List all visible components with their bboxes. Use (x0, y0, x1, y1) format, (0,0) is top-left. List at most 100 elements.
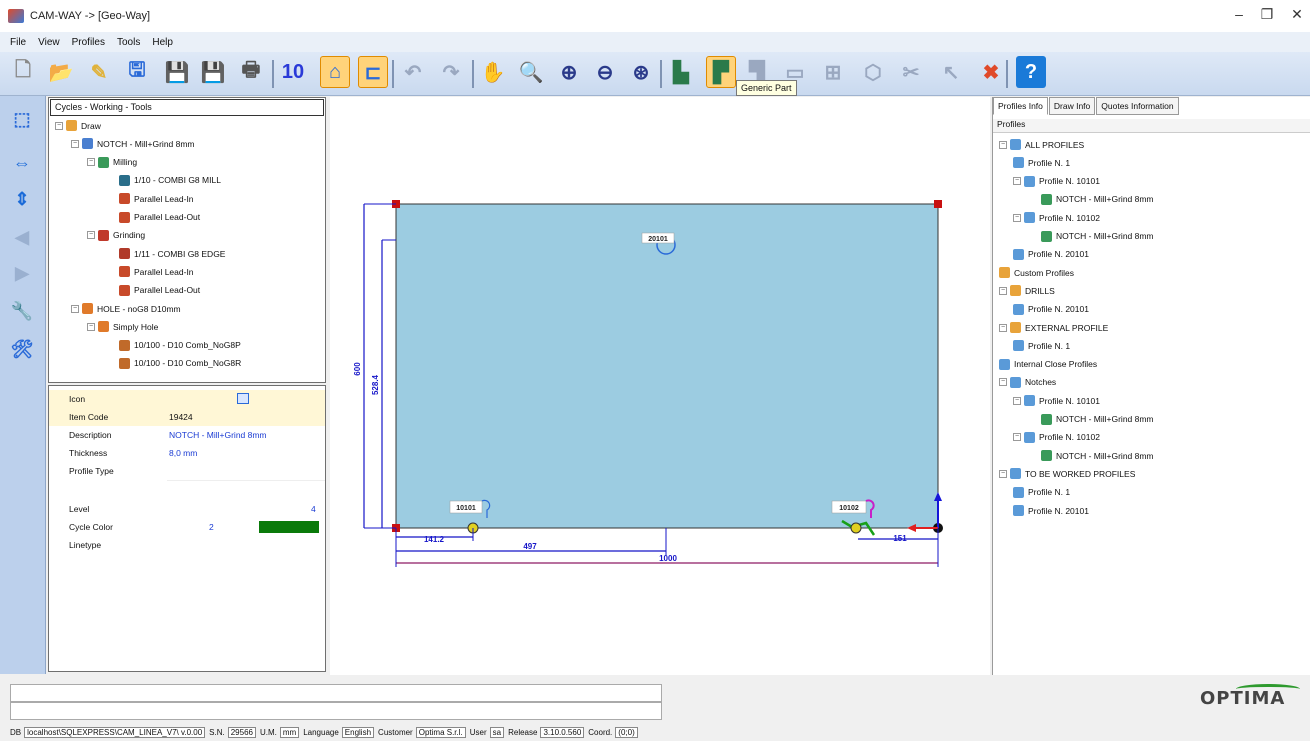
save-all-icon[interactable]: 💾 (198, 56, 228, 88)
expand-toggle-icon[interactable]: − (999, 378, 1007, 387)
profiles-node[interactable]: − Profile N. 10102 (1013, 431, 1100, 443)
menu-tools[interactable]: Tools (117, 37, 140, 48)
left-arrow-icon[interactable]: ◀ (8, 224, 36, 250)
expand-toggle-icon[interactable]: − (999, 140, 1007, 149)
expand-toggle-icon[interactable]: − (1013, 396, 1021, 405)
part-icon[interactable]: ▙ (666, 56, 696, 88)
tab-profiles-info[interactable]: Profiles Info (993, 97, 1048, 115)
property-row[interactable]: Level 4 (49, 500, 325, 518)
cycle-color-swatch[interactable] (259, 521, 319, 533)
menu-profiles[interactable]: Profiles (72, 37, 105, 48)
cycles-node[interactable]: 1/11 - COMBI G8 EDGE (119, 248, 225, 260)
property-row[interactable]: Linetype (49, 536, 325, 554)
vertical-move-icon[interactable]: ⇕ (8, 186, 36, 212)
expand-toggle-icon[interactable]: − (999, 469, 1007, 478)
maximize-button[interactable]: ❐ (1256, 6, 1278, 23)
drawing-canvas[interactable]: 20101 10101 10102 600 528.4 141.2 497 15… (330, 97, 990, 675)
cycles-node[interactable]: 10/100 - D10 Comb_NoG8P (119, 339, 241, 351)
save-icon[interactable]: 💾 (162, 56, 192, 88)
profiles-node[interactable]: Profile N. 1 (1013, 486, 1070, 498)
profiles-node[interactable]: − Profile N. 10102 (1013, 212, 1100, 224)
tools-icon[interactable]: 🛠 (8, 336, 36, 362)
profiles-node[interactable]: NOTCH - Mill+Grind 8mm (1041, 450, 1154, 462)
expand-toggle-icon[interactable]: − (1013, 433, 1021, 442)
menu-file[interactable]: File (10, 37, 26, 48)
expand-toggle-icon[interactable]: − (87, 322, 95, 331)
menu-help[interactable]: Help (152, 37, 173, 48)
profiles-node[interactable]: Profile N. 1 (1013, 157, 1070, 169)
ten-icon[interactable]: 10 (278, 56, 308, 88)
cycles-node[interactable]: Parallel Lead-Out (119, 284, 200, 296)
cycles-node[interactable]: 10/100 - D10 Comb_NoG8R (119, 357, 241, 369)
scissors-icon[interactable]: ✂ (896, 56, 926, 88)
cycles-node[interactable]: − Simply Hole (87, 321, 158, 333)
profiles-node[interactable]: Profile N. 20101 (1013, 303, 1089, 315)
menu-view[interactable]: View (38, 37, 60, 48)
profiles-node[interactable]: − TO BE WORKED PROFILES (999, 468, 1135, 480)
cycles-node[interactable]: 1/10 - COMBI G8 MILL (119, 174, 221, 186)
profiles-node[interactable]: − ALL PROFILES (999, 139, 1084, 150)
notch-right-marker[interactable] (850, 522, 862, 534)
print-icon[interactable]: 🖶 (236, 56, 266, 88)
profile-shape-icon[interactable]: ⌂ (320, 56, 350, 88)
select-icon[interactable]: ⬚ (8, 106, 36, 132)
zoom-out-icon[interactable]: ⊖ (590, 56, 620, 88)
expand-toggle-icon[interactable]: − (87, 158, 95, 167)
edit-icon[interactable]: ✎ (84, 56, 114, 88)
help-icon[interactable]: ? (1016, 56, 1046, 88)
expand-toggle-icon[interactable]: − (87, 231, 95, 240)
tab-draw-info[interactable]: Draw Info (1048, 97, 1096, 115)
cycles-node[interactable]: − Grinding (87, 229, 145, 241)
profiles-node[interactable]: NOTCH - Mill+Grind 8mm (1041, 193, 1154, 205)
profiles-node[interactable]: NOTCH - Mill+Grind 8mm (1041, 230, 1154, 242)
cycles-node[interactable]: − Milling (87, 156, 137, 168)
profiles-node[interactable]: − Notches (999, 376, 1056, 388)
property-row[interactable]: Icon (49, 390, 325, 408)
corner-marker[interactable] (934, 200, 942, 208)
redo-icon[interactable]: ↷ (436, 56, 466, 88)
property-row[interactable]: Cycle Color 2 (49, 518, 325, 536)
profiles-node[interactable]: Custom Profiles (999, 267, 1074, 279)
expand-toggle-icon[interactable]: − (1013, 177, 1021, 186)
cycles-node[interactable]: Parallel Lead-Out (119, 211, 200, 223)
expand-toggle-icon[interactable]: − (71, 139, 79, 148)
delete-x-icon[interactable]: ✖ (976, 56, 1006, 88)
minimize-button[interactable]: – (1228, 6, 1250, 22)
profiles-node[interactable]: − DRILLS (999, 285, 1055, 297)
expand-toggle-icon[interactable]: − (71, 304, 79, 313)
profiles-node[interactable]: − EXTERNAL PROFILE (999, 322, 1108, 333)
property-row[interactable]: Profile Type (49, 462, 325, 480)
cube-icon[interactable]: ⬡ (858, 56, 888, 88)
zoom-in-icon[interactable]: ⊕ (554, 56, 584, 88)
zoom-all-icon[interactable]: ⊛ (626, 56, 656, 88)
profiles-node[interactable]: − Profile N. 10101 (1013, 395, 1100, 407)
pointer-icon[interactable]: ↖ (936, 56, 966, 88)
zoom-window-icon[interactable]: 🔍 (516, 56, 546, 88)
cycles-node[interactable]: − NOTCH - Mill+Grind 8mm (71, 138, 195, 150)
profiles-node[interactable]: NOTCH - Mill+Grind 8mm (1041, 413, 1154, 425)
notch-shape-icon[interactable]: ⊏ (358, 56, 388, 88)
profiles-node[interactable]: Profile N. 1 (1013, 340, 1070, 352)
right-arrow-icon[interactable]: ▶ (8, 260, 36, 286)
property-row[interactable]: Item Code 19424 (49, 408, 325, 426)
add-icon[interactable]: ⊞ (818, 56, 848, 88)
pan-hand-icon[interactable]: ✋ (478, 56, 508, 88)
expand-toggle-icon[interactable]: − (55, 121, 63, 130)
cycles-node[interactable]: Parallel Lead-In (119, 266, 194, 278)
part-rectangle[interactable] (395, 203, 939, 529)
property-row[interactable]: Thickness 8,0 mm (49, 444, 325, 462)
tab-quotes-information[interactable]: Quotes Information (1096, 97, 1179, 115)
open-folder-icon[interactable]: 📂 (46, 56, 76, 88)
generic-part-icon[interactable]: ▛ (706, 56, 736, 88)
profiles-node[interactable]: Profile N. 20101 (1013, 505, 1089, 516)
undo-icon[interactable]: ↶ (398, 56, 428, 88)
cycles-node[interactable]: Parallel Lead-In (119, 193, 194, 205)
expand-toggle-icon[interactable]: − (1013, 213, 1021, 222)
cycles-node[interactable]: − HOLE - noG8 D10mm (71, 303, 181, 314)
tool-icon[interactable]: 🔧 (8, 298, 36, 324)
profiles-node[interactable]: − Profile N. 10101 (1013, 175, 1100, 187)
close-button[interactable]: ✕ (1286, 6, 1308, 23)
horizontal-move-icon[interactable]: ⇔ (8, 150, 36, 176)
property-row[interactable]: Description NOTCH - Mill+Grind 8mm (49, 426, 325, 444)
expand-toggle-icon[interactable]: − (999, 323, 1007, 332)
